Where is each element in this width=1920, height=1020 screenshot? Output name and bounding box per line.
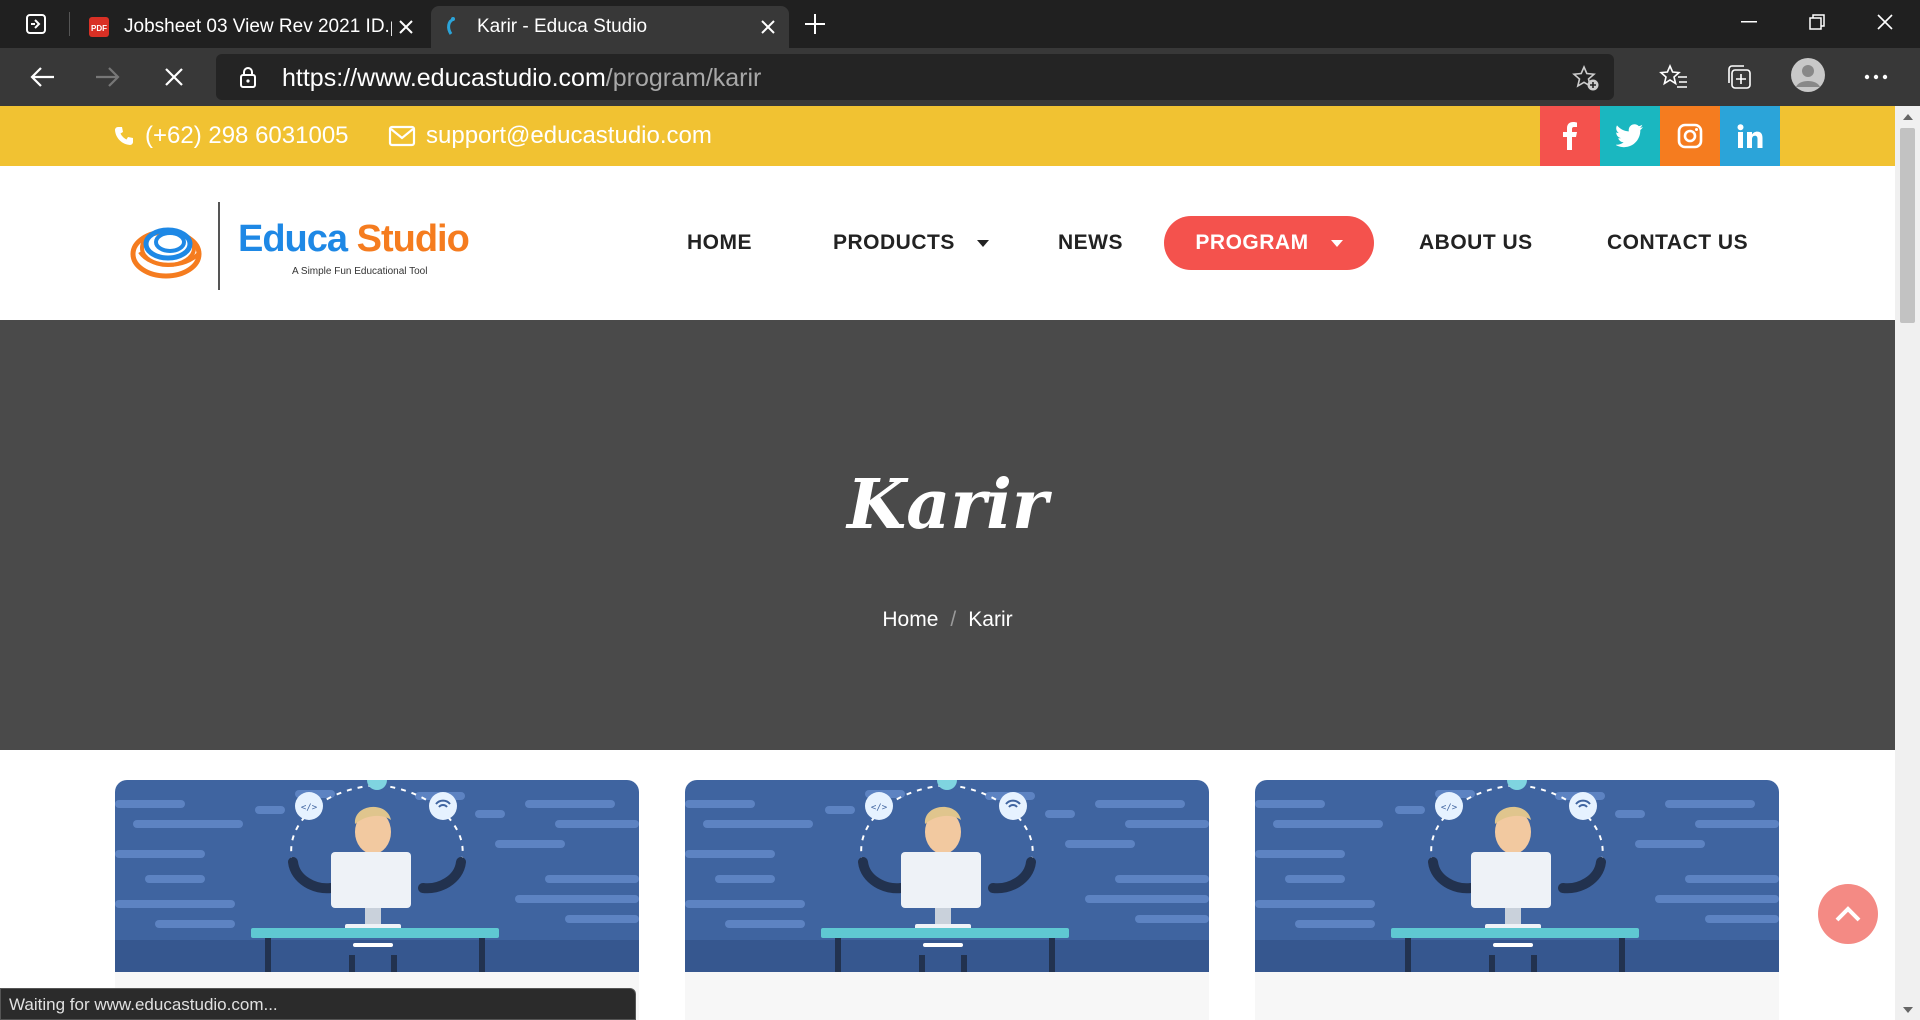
caret-down-icon (1330, 239, 1343, 247)
url-text[interactable]: https://www.educastudio.com/program/kari… (282, 64, 761, 93)
nav-program[interactable]: PROGRAM (1164, 216, 1374, 270)
career-card[interactable]: </> (685, 780, 1209, 1020)
nav-news[interactable]: NEWS (1058, 216, 1123, 270)
add-favorite-icon[interactable] (1572, 64, 1600, 92)
linkedin-button[interactable] (1720, 106, 1780, 166)
svg-text:</>: </> (301, 803, 318, 813)
nav-contact-us[interactable]: CONTACT US (1607, 216, 1748, 270)
developer-at-desk-illustration: </> (685, 780, 1209, 972)
educa-studio-logo[interactable]: Educa Studio A Simple Fun Educational To… (130, 196, 470, 290)
phone-number: (+62) 298 6031005 (145, 122, 349, 149)
page-hero-banner: Karir Home / Karir (0, 320, 1895, 750)
more-options-icon[interactable] (1858, 60, 1894, 94)
breadcrumb-separator: / (950, 608, 957, 631)
developer-at-desk-illustration: </> (115, 780, 639, 972)
logo-tagline: A Simple Fun Educational Tool (292, 266, 428, 277)
stop-loading-icon[interactable] (154, 57, 194, 97)
phone-icon (115, 127, 133, 145)
restore-icon[interactable] (1782, 0, 1852, 44)
close-window-icon[interactable] (1850, 0, 1920, 44)
forward-arrow-icon[interactable] (88, 57, 128, 97)
chevron-up-icon (1835, 906, 1861, 922)
breadcrumb-current: Karir (968, 608, 1013, 631)
web-page: (+62) 298 6031005 support@educastudio.co… (0, 106, 1895, 1020)
envelope-icon (388, 125, 416, 147)
status-bar: Waiting for www.educastudio.com... (0, 988, 636, 1020)
career-card[interactable]: </> (115, 780, 639, 1020)
scroll-to-top-button[interactable] (1818, 884, 1878, 944)
educa-swirl-logo-icon (130, 227, 202, 279)
email-address: support@educastudio.com (426, 122, 712, 149)
caret-down-icon (976, 239, 989, 247)
instagram-button[interactable] (1660, 106, 1720, 166)
browser-tabstrip: PDF Jobsheet 03 View Rev 2021 ID.pdf Kar… (0, 0, 1920, 48)
svg-text:</>: </> (871, 803, 888, 813)
address-bar[interactable]: https://www.educastudio.com/program/kari… (216, 54, 1614, 100)
logo-divider (218, 202, 220, 290)
close-tab-icon[interactable] (753, 12, 783, 42)
breadcrumb-home[interactable]: Home (882, 608, 938, 631)
scrollbar-thumb[interactable] (1900, 128, 1915, 323)
nav-products[interactable]: PRODUCTS (833, 216, 989, 270)
close-tab-icon[interactable] (392, 12, 420, 42)
twitter-icon (1616, 124, 1643, 148)
browser-toolbar: https://www.educastudio.com/program/kari… (0, 48, 1920, 106)
svg-text:PDF: PDF (91, 24, 107, 33)
tab-title: Karir - Educa Studio (477, 16, 648, 37)
page-title: Karir (847, 465, 1048, 545)
scroll-down-arrow-icon[interactable] (1901, 1003, 1914, 1016)
nav-program-label: PROGRAM (1195, 231, 1309, 254)
nav-products-label: PRODUCTS (833, 231, 955, 254)
facebook-button[interactable] (1540, 106, 1600, 166)
pdf-icon: PDF (88, 16, 110, 38)
linkedin-icon (1737, 124, 1763, 148)
phone-contact[interactable]: (+62) 298 6031005 (113, 120, 349, 152)
tab-jobsheet[interactable]: PDF Jobsheet 03 View Rev 2021 ID.pdf (78, 6, 426, 48)
educa-favicon-icon (441, 16, 463, 38)
contact-topbar: (+62) 298 6031005 support@educastudio.co… (0, 106, 1895, 166)
facebook-icon (1563, 122, 1577, 150)
tab-actions-icon[interactable] (14, 8, 58, 40)
twitter-button[interactable] (1600, 106, 1660, 166)
site-header: Educa Studio A Simple Fun Educational To… (0, 166, 1895, 320)
developer-at-desk-illustration: </> (1255, 780, 1779, 972)
career-card[interactable]: </> (1255, 780, 1779, 1020)
nav-home[interactable]: HOME (687, 216, 752, 270)
new-tab-icon[interactable] (797, 8, 833, 40)
nav-about-us[interactable]: ABOUT US (1419, 216, 1533, 270)
collections-icon[interactable] (1722, 60, 1758, 94)
tab-karir[interactable]: Karir - Educa Studio (431, 6, 789, 48)
tab-separator (69, 12, 70, 36)
profile-avatar-icon[interactable] (1790, 58, 1826, 92)
tab-title: Jobsheet 03 View Rev 2021 ID.pdf (124, 16, 393, 37)
favorites-icon[interactable] (1656, 60, 1692, 94)
scroll-up-arrow-icon[interactable] (1901, 110, 1914, 123)
logo-wordmark: Educa Studio (238, 218, 470, 260)
lock-icon[interactable] (236, 65, 260, 89)
email-contact[interactable]: support@educastudio.com (388, 120, 712, 152)
instagram-icon (1677, 123, 1703, 149)
svg-text:</>: </> (1441, 803, 1458, 813)
breadcrumb: Home / Karir (0, 608, 1895, 632)
minimize-icon[interactable] (1714, 0, 1784, 44)
back-arrow-icon[interactable] (22, 57, 62, 97)
page-scrollbar[interactable] (1895, 106, 1920, 1020)
